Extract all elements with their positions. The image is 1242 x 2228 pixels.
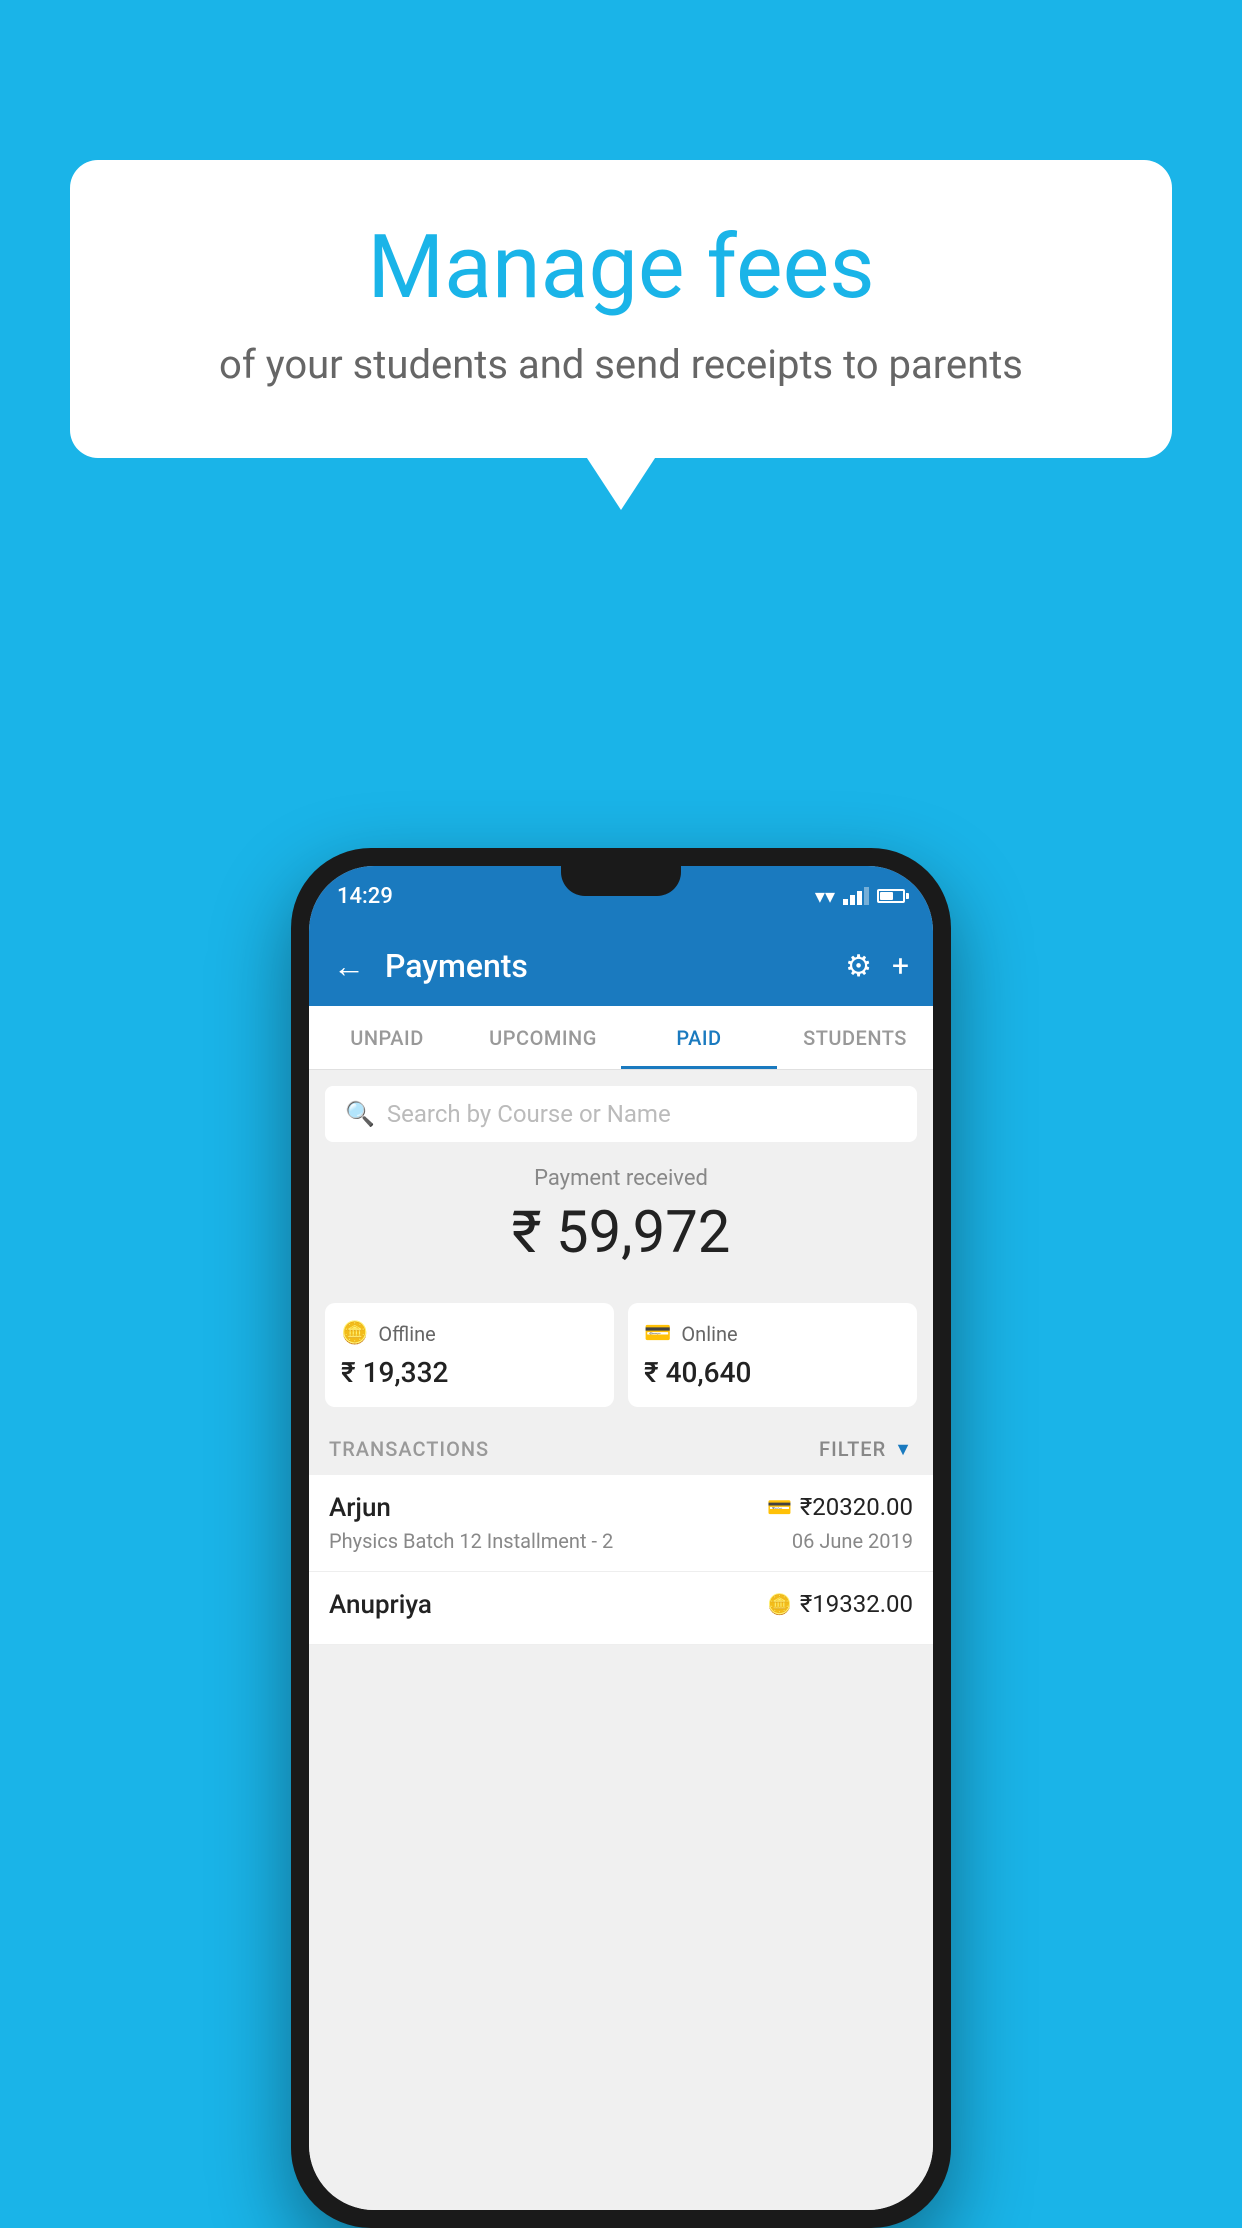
tab-paid[interactable]: PAID [621, 1006, 777, 1069]
tab-students[interactable]: STUDENTS [777, 1006, 933, 1069]
settings-button[interactable]: ⚙ [845, 949, 872, 984]
online-card: 💳 Online ₹ 40,640 [628, 1303, 917, 1407]
tab-unpaid[interactable]: UNPAID [309, 1006, 465, 1069]
filter-label: FILTER [819, 1437, 886, 1461]
search-icon: 🔍 [345, 1100, 375, 1128]
student-name-1: Arjun [329, 1493, 391, 1523]
payment-received-label: Payment received [325, 1166, 917, 1191]
amount-value-1: ₹20320.00 [800, 1493, 913, 1521]
online-label: Online [681, 1322, 737, 1346]
speech-bubble: Manage fees of your students and send re… [70, 160, 1172, 458]
signal-icon [843, 887, 869, 905]
transactions-header: TRANSACTIONS FILTER ▼ [309, 1423, 933, 1475]
offline-card: 🪙 Offline ₹ 19,332 [325, 1303, 614, 1407]
phone-notch [561, 866, 681, 896]
payment-total: ₹ 59,972 [325, 1199, 917, 1267]
phone-frame: 14:29 ▾▾ ← Payments ⚙ + [291, 848, 951, 2228]
payment-mode-icon-1: 💳 [767, 1495, 792, 1519]
transaction-main-1: Arjun 💳 ₹20320.00 [329, 1493, 913, 1523]
header-actions: ⚙ + [845, 949, 909, 984]
search-placeholder: Search by Course or Name [387, 1100, 671, 1128]
payment-mode-icon-2: 🪙 [767, 1592, 792, 1616]
offline-card-header: 🪙 Offline [341, 1321, 598, 1346]
content-area: 🔍 Search by Course or Name Payment recei… [309, 1070, 933, 2210]
battery-icon [877, 889, 905, 903]
offline-icon: 🪙 [341, 1321, 368, 1346]
table-row[interactable]: Anupriya 🪙 ₹19332.00 [309, 1572, 933, 1645]
online-amount: ₹ 40,640 [644, 1356, 901, 1389]
speech-bubble-section: Manage fees of your students and send re… [70, 160, 1172, 458]
status-icons: ▾▾ [815, 884, 905, 908]
add-button[interactable]: + [892, 949, 909, 984]
tabs-bar: UNPAID UPCOMING PAID STUDENTS [309, 1006, 933, 1070]
amount-value-2: ₹19332.00 [800, 1590, 913, 1618]
phone-screen: 14:29 ▾▾ ← Payments ⚙ + [309, 866, 933, 2210]
search-bar[interactable]: 🔍 Search by Course or Name [325, 1086, 917, 1142]
payment-cards: 🪙 Offline ₹ 19,332 💳 Online ₹ 40,640 [309, 1303, 933, 1423]
transaction-course-1: Physics Batch 12 Installment - 2 [329, 1529, 613, 1553]
app-header: ← Payments ⚙ + [309, 926, 933, 1006]
status-bar: 14:29 ▾▾ [309, 866, 933, 926]
page-title: Payments [385, 947, 845, 985]
online-icon: 💳 [644, 1321, 671, 1346]
online-card-header: 💳 Online [644, 1321, 901, 1346]
filter-icon: ▼ [894, 1439, 913, 1460]
transaction-main-2: Anupriya 🪙 ₹19332.00 [329, 1590, 913, 1620]
table-row[interactable]: Arjun 💳 ₹20320.00 Physics Batch 12 Insta… [309, 1475, 933, 1572]
wifi-icon: ▾▾ [815, 884, 835, 908]
tab-upcoming[interactable]: UPCOMING [465, 1006, 621, 1069]
bubble-subtitle: of your students and send receipts to pa… [150, 341, 1092, 388]
bubble-title: Manage fees [150, 220, 1092, 317]
payment-summary: Payment received ₹ 59,972 [309, 1142, 933, 1303]
offline-amount: ₹ 19,332 [341, 1356, 598, 1389]
back-button[interactable]: ← [333, 947, 365, 985]
transaction-amount-2: 🪙 ₹19332.00 [767, 1590, 913, 1618]
transaction-sub-1: Physics Batch 12 Installment - 2 06 June… [329, 1529, 913, 1553]
transactions-label: TRANSACTIONS [329, 1437, 489, 1461]
status-time: 14:29 [337, 884, 393, 909]
filter-button[interactable]: FILTER ▼ [819, 1437, 913, 1461]
student-name-2: Anupriya [329, 1590, 432, 1620]
transaction-date-1: 06 June 2019 [792, 1529, 913, 1553]
offline-label: Offline [378, 1322, 435, 1346]
transaction-amount-1: 💳 ₹20320.00 [767, 1493, 913, 1521]
